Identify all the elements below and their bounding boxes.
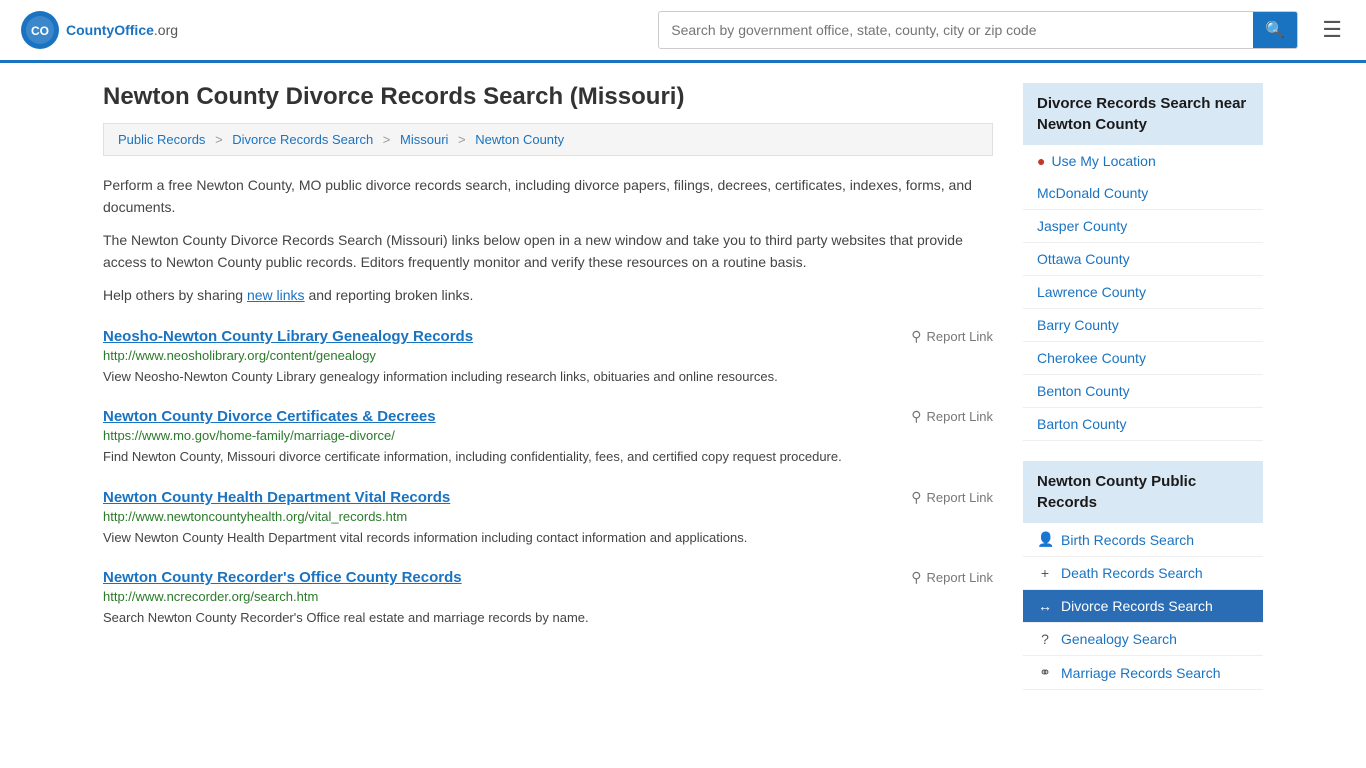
report-link-2[interactable]: ⚲ Report Link	[911, 408, 993, 425]
description-2: The Newton County Divorce Records Search…	[103, 229, 993, 274]
main-container: Newton County Divorce Records Search (Mi…	[83, 63, 1283, 730]
result-3-title[interactable]: Newton County Health Department Vital Re…	[103, 489, 450, 506]
sidebar-item-death-records[interactable]: + Death Records Search	[1023, 557, 1263, 590]
result-item-2: Newton County Divorce Certificates & Dec…	[103, 408, 993, 467]
result-4-url[interactable]: http://www.ncrecorder.org/search.htm	[103, 589, 993, 604]
breadcrumb-link-divorce-records[interactable]: Divorce Records Search	[232, 132, 373, 147]
arrows-icon: ↔	[1037, 598, 1053, 614]
sidebar-item-mcdonald[interactable]: McDonald County	[1023, 177, 1263, 210]
hamburger-menu-button[interactable]: ☰	[1318, 13, 1346, 47]
result-item-3: Newton County Health Department Vital Re…	[103, 489, 993, 548]
breadcrumb-link-newton-county[interactable]: Newton County	[475, 132, 564, 147]
content-area: Newton County Divorce Records Search (Mi…	[103, 83, 993, 710]
rings-icon: ⚭	[1037, 664, 1053, 681]
use-location-link[interactable]: Use My Location	[1051, 153, 1155, 169]
report-link-4[interactable]: ⚲ Report Link	[911, 569, 993, 586]
result-1-desc: View Neosho-Newton County Library geneal…	[103, 367, 993, 387]
question-icon: ?	[1037, 631, 1053, 647]
report-icon-4: ⚲	[911, 569, 921, 586]
sidebar-item-jasper[interactable]: Jasper County	[1023, 210, 1263, 243]
result-item-4: Newton County Recorder's Office County R…	[103, 569, 993, 628]
result-2-title[interactable]: Newton County Divorce Certificates & Dec…	[103, 408, 436, 425]
description-1: Perform a free Newton County, MO public …	[103, 174, 993, 219]
result-4-desc: Search Newton County Recorder's Office r…	[103, 608, 993, 628]
sidebar-item-barry[interactable]: Barry County	[1023, 309, 1263, 342]
search-button[interactable]: 🔍	[1253, 12, 1297, 48]
sidebar-item-genealogy-search[interactable]: ? Genealogy Search	[1023, 623, 1263, 656]
sidebar-item-ottawa[interactable]: Ottawa County	[1023, 243, 1263, 276]
site-header: CO CountyOffice.org 🔍 ☰	[0, 0, 1366, 63]
svg-text:CO: CO	[31, 24, 49, 38]
nearby-section: Divorce Records Search near Newton Count…	[1023, 83, 1263, 441]
search-input[interactable]	[659, 14, 1253, 46]
new-links-link[interactable]: new links	[247, 287, 305, 303]
sidebar-item-marriage-records[interactable]: ⚭ Marriage Records Search	[1023, 656, 1263, 690]
sidebar-item-cherokee[interactable]: Cherokee County	[1023, 342, 1263, 375]
breadcrumb-link-missouri[interactable]: Missouri	[400, 132, 448, 147]
report-icon-1: ⚲	[911, 328, 921, 345]
logo-text: CountyOffice.org	[66, 22, 178, 38]
logo-name: CountyOffice	[66, 22, 154, 38]
result-1-title[interactable]: Neosho-Newton County Library Genealogy R…	[103, 328, 473, 345]
location-pin-icon: ●	[1037, 153, 1045, 169]
logo-link[interactable]: CO CountyOffice.org	[20, 10, 178, 50]
result-3-url[interactable]: http://www.newtoncountyhealth.org/vital_…	[103, 509, 993, 524]
logo-suffix: .org	[154, 22, 178, 38]
sidebar-item-divorce-records[interactable]: ↔ Divorce Records Search	[1023, 590, 1263, 623]
description-3: Help others by sharing new links and rep…	[103, 284, 993, 306]
result-4-title[interactable]: Newton County Recorder's Office County R…	[103, 569, 462, 586]
result-item-1: Neosho-Newton County Library Genealogy R…	[103, 328, 993, 387]
page-title: Newton County Divorce Records Search (Mi…	[103, 83, 993, 111]
sidebar: Divorce Records Search near Newton Count…	[1023, 83, 1263, 710]
sidebar-item-barton[interactable]: Barton County	[1023, 408, 1263, 441]
result-2-url[interactable]: https://www.mo.gov/home-family/marriage-…	[103, 428, 993, 443]
report-link-1[interactable]: ⚲ Report Link	[911, 328, 993, 345]
sidebar-item-birth-records[interactable]: 👤 Birth Records Search	[1023, 523, 1263, 557]
nearby-section-header: Divorce Records Search near Newton Count…	[1023, 83, 1263, 145]
search-bar: 🔍	[658, 11, 1298, 49]
report-icon-2: ⚲	[911, 408, 921, 425]
breadcrumb-link-public-records[interactable]: Public Records	[118, 132, 205, 147]
public-records-header: Newton County Public Records	[1023, 461, 1263, 523]
report-link-3[interactable]: ⚲ Report Link	[911, 489, 993, 506]
public-records-section: Newton County Public Records 👤 Birth Rec…	[1023, 461, 1263, 690]
sidebar-item-lawrence[interactable]: Lawrence County	[1023, 276, 1263, 309]
use-location-item[interactable]: ● Use My Location	[1023, 145, 1263, 177]
cross-icon: +	[1037, 565, 1053, 581]
breadcrumb: Public Records > Divorce Records Search …	[103, 123, 993, 156]
report-icon-3: ⚲	[911, 489, 921, 506]
result-2-desc: Find Newton County, Missouri divorce cer…	[103, 447, 993, 467]
result-1-url[interactable]: http://www.neosholibrary.org/content/gen…	[103, 348, 993, 363]
person-icon: 👤	[1037, 531, 1053, 548]
result-3-desc: View Newton County Health Department vit…	[103, 528, 993, 548]
sidebar-item-benton[interactable]: Benton County	[1023, 375, 1263, 408]
logo-icon: CO	[20, 10, 60, 50]
